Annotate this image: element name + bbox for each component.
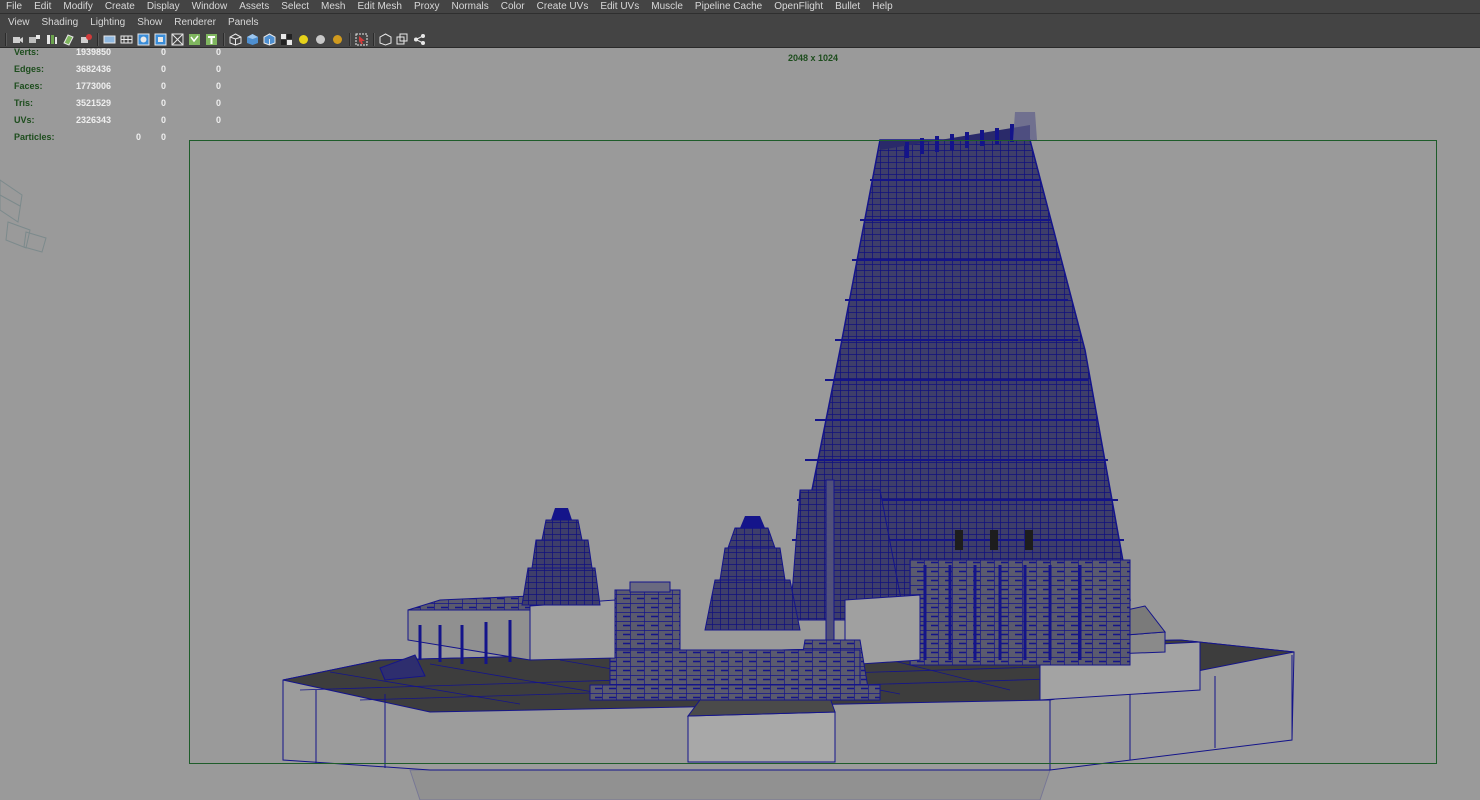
- hud-faces-selected: 0: [161, 81, 167, 91]
- menu-openflight[interactable]: OpenFlight: [768, 0, 829, 13]
- bookmark-icon[interactable]: [45, 33, 58, 46]
- menu-edit-uvs[interactable]: Edit UVs: [594, 0, 645, 13]
- hud-edges-third: 0: [216, 64, 222, 74]
- menu-file[interactable]: File: [0, 0, 28, 13]
- hud-uvs-label: UVs:: [14, 115, 35, 125]
- hud-verts-third: 0: [216, 47, 222, 57]
- wireframe-icon[interactable]: [229, 32, 242, 46]
- ambient-occlusion-icon[interactable]: [331, 33, 344, 46]
- menu-window[interactable]: Window: [186, 0, 234, 13]
- hud-uvs-third: 0: [216, 115, 222, 125]
- use-all-lights-icon[interactable]: [297, 33, 310, 46]
- grid-icon[interactable]: [120, 33, 133, 46]
- menu-color[interactable]: Color: [495, 0, 531, 13]
- resolution-label: 2048 x 1024: [788, 53, 839, 63]
- select-camera-icon[interactable]: [11, 33, 24, 46]
- safe-title-icon[interactable]: [205, 33, 218, 46]
- wireframe-on-shaded-icon[interactable]: [263, 32, 276, 46]
- hud-faces-label: Faces:: [14, 81, 43, 91]
- menu-pipeline-cache[interactable]: Pipeline Cache: [689, 0, 768, 13]
- panel-menu-panels[interactable]: Panels: [222, 17, 265, 28]
- image-plane-icon[interactable]: [62, 33, 75, 46]
- toolbar-separator: [223, 32, 225, 46]
- menu-help[interactable]: Help: [866, 0, 899, 13]
- panel-toolbar: [0, 31, 1480, 48]
- gate-mask-icon[interactable]: [171, 33, 184, 46]
- menu-mesh[interactable]: Mesh: [315, 0, 351, 13]
- textured-icon[interactable]: [280, 33, 293, 46]
- main-menubar: File Edit Modify Create Display Window A…: [0, 0, 1480, 13]
- hud-icon[interactable]: [413, 33, 426, 46]
- toolbar-separator: [349, 32, 351, 46]
- hud-verts-total: 1939850: [76, 47, 112, 57]
- hud-edges-selected: 0: [161, 64, 167, 74]
- hud-tris-total: 3521529: [76, 98, 112, 108]
- menu-muscle[interactable]: Muscle: [645, 0, 689, 13]
- menu-assets[interactable]: Assets: [233, 0, 275, 13]
- panel-menubar: View Shading Lighting Show Renderer Pane…: [0, 13, 1480, 31]
- xray-icon[interactable]: [396, 33, 409, 46]
- hud-tris-selected: 0: [161, 98, 167, 108]
- toolbar-separator: [373, 32, 375, 46]
- hud-verts-selected: 0: [161, 47, 167, 57]
- bounding-box-icon[interactable]: [379, 32, 392, 46]
- hud-faces-total: 1773006: [76, 81, 112, 91]
- shadows-icon[interactable]: [314, 33, 327, 46]
- panel-menu-renderer[interactable]: Renderer: [168, 17, 222, 28]
- hud-particles-label: Particles:: [14, 132, 55, 142]
- panel-menu-shading[interactable]: Shading: [36, 17, 85, 28]
- toolbar-separator: [97, 32, 99, 46]
- field-chart-icon[interactable]: [188, 33, 201, 46]
- camera-attributes-icon[interactable]: [28, 33, 41, 46]
- menu-display[interactable]: Display: [141, 0, 186, 13]
- panel-menu-show[interactable]: Show: [131, 17, 168, 28]
- platform-reflection: [409, 769, 1051, 800]
- menu-proxy[interactable]: Proxy: [408, 0, 446, 13]
- toolbar-separator: [5, 32, 7, 46]
- menu-bullet[interactable]: Bullet: [829, 0, 866, 13]
- film-gate-icon[interactable]: [137, 33, 150, 46]
- hud-edges-label: Edges:: [14, 64, 45, 74]
- hud-tris-third: 0: [216, 98, 222, 108]
- menu-edit[interactable]: Edit: [28, 0, 57, 13]
- resolution-gate: [189, 140, 1437, 764]
- hud-particles-total: 0: [136, 132, 142, 142]
- hud-edges-total: 3682436: [76, 64, 112, 74]
- menu-normals[interactable]: Normals: [446, 0, 495, 13]
- panel-menu-lighting[interactable]: Lighting: [84, 17, 131, 28]
- hud-uvs-selected: 0: [161, 115, 167, 125]
- menu-create-uvs[interactable]: Create UVs: [531, 0, 595, 13]
- hud-tris-label: Tris:: [14, 98, 34, 108]
- hud-faces-third: 0: [216, 81, 222, 91]
- panel-menu-view[interactable]: View: [2, 17, 36, 28]
- grease-pencil-icon[interactable]: [79, 33, 92, 46]
- menu-create[interactable]: Create: [99, 0, 141, 13]
- menu-select[interactable]: Select: [275, 0, 315, 13]
- hud-particles-selected: 0: [161, 132, 167, 142]
- 2d-pan-zoom-icon[interactable]: [103, 33, 116, 46]
- hud-uvs-total: 2326343: [76, 115, 112, 125]
- menu-edit-mesh[interactable]: Edit Mesh: [351, 0, 407, 13]
- menu-modify[interactable]: Modify: [57, 0, 98, 13]
- resolution-gate-icon[interactable]: [154, 33, 167, 46]
- camera-object[interactable]: [0, 179, 47, 253]
- hud-verts-label: Verts:: [14, 47, 40, 57]
- isolate-select-icon[interactable]: [355, 33, 368, 46]
- smooth-shade-icon[interactable]: [246, 33, 259, 46]
